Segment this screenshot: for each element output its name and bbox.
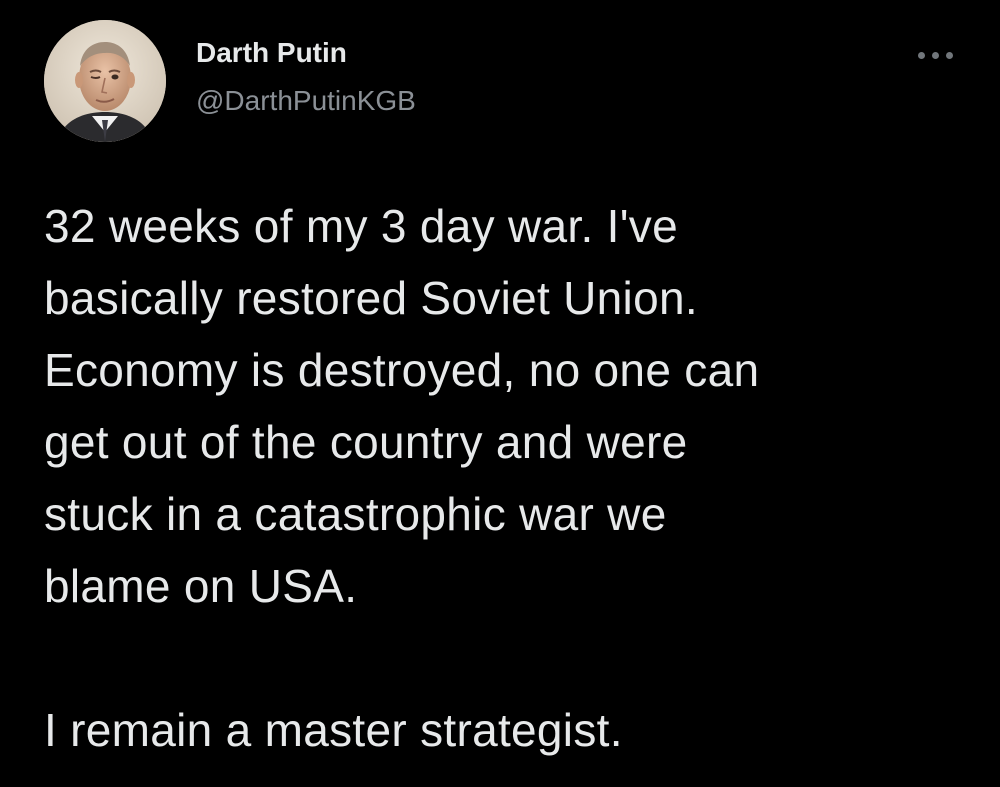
tweet-closing-line: I remain a master strategist.: [44, 704, 623, 756]
tweet-text-line: get out of the country and were: [44, 416, 688, 468]
display-name[interactable]: Darth Putin: [196, 36, 347, 70]
tweet-text-line: stuck in a catastrophic war we: [44, 488, 667, 540]
more-horizontal-icon-dot: [932, 52, 939, 59]
user-handle[interactable]: @DarthPutinKGB: [196, 84, 416, 118]
tweet-text-line: basically restored Soviet Union.: [44, 272, 698, 324]
more-horizontal-icon: [918, 52, 925, 59]
tweet: Darth Putin @DarthPutinKGB 32 weeks of m…: [0, 0, 1000, 787]
tweet-text-line: blame on USA.: [44, 560, 358, 612]
more-horizontal-icon-dot: [946, 52, 953, 59]
tweet-text-line: 32 weeks of my 3 day war. I've: [44, 200, 678, 252]
profile-photo: [44, 20, 166, 142]
tweet-text-line: Economy is destroyed, no one can: [44, 344, 760, 396]
more-options-button[interactable]: [914, 40, 958, 70]
tweet-text: 32 weeks of my 3 day war. I've basically…: [44, 190, 974, 766]
paragraph-break: [44, 622, 974, 694]
avatar[interactable]: [44, 20, 166, 142]
